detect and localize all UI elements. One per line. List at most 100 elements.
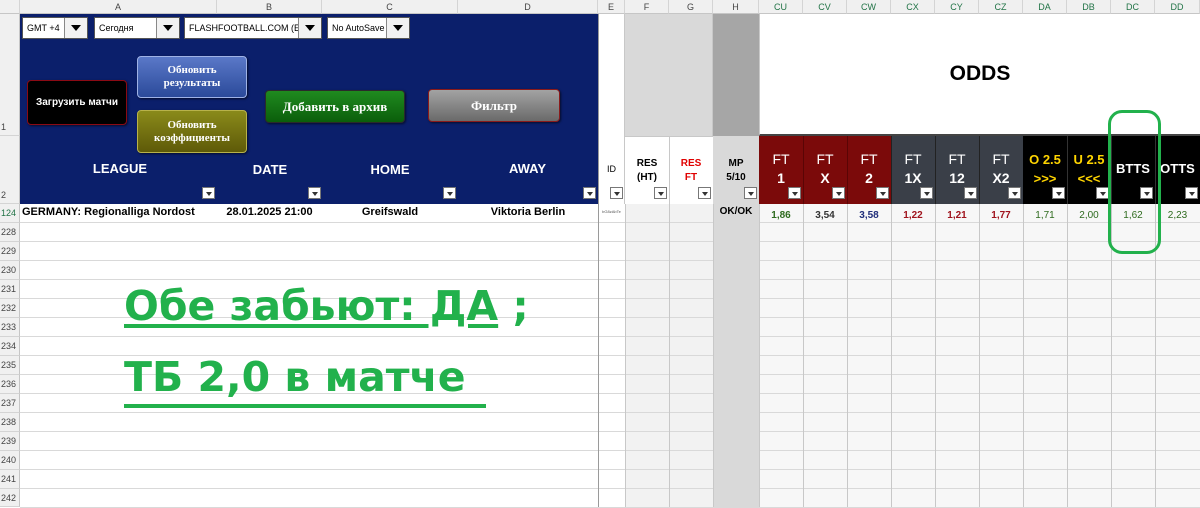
col-header-c[interactable]: C: [322, 0, 458, 14]
chevron-down-icon[interactable]: [156, 18, 179, 38]
cell-odd-o25[interactable]: 1,71: [1023, 207, 1067, 224]
filter-dropdown-icon[interactable]: [610, 187, 623, 199]
col-header-cu[interactable]: CU: [759, 0, 803, 14]
cell-odd-ft1x[interactable]: 1,22: [891, 207, 935, 224]
header-ft1: FT 1: [759, 150, 803, 188]
col-header-a[interactable]: A: [20, 0, 217, 14]
row-header-1[interactable]: 1: [0, 14, 20, 136]
cell-date[interactable]: 28.01.2025 21:00: [217, 206, 322, 218]
row-header-239[interactable]: 239: [0, 432, 20, 451]
col-header-d[interactable]: D: [458, 0, 598, 14]
col-header-cz[interactable]: CZ: [979, 0, 1023, 14]
col-header-h[interactable]: H: [713, 0, 759, 14]
row-header-233[interactable]: 233: [0, 318, 20, 337]
filter-dropdown-icon[interactable]: [443, 187, 456, 199]
cell-odd-ft2[interactable]: 3,58: [847, 207, 891, 224]
filter-dropdown-icon[interactable]: [202, 187, 215, 199]
filter-dropdown-icon[interactable]: [832, 187, 845, 199]
row-header-231[interactable]: 231: [0, 280, 20, 299]
header-mp: MP 5/10: [713, 157, 759, 185]
header-ft1x: FT 1X: [891, 150, 935, 188]
col-header-cx[interactable]: CX: [891, 0, 935, 14]
row-header-242[interactable]: 242: [0, 489, 20, 507]
cell-odd-ftx2[interactable]: 1,77: [979, 207, 1023, 224]
header-o25: O 2.5 >>>: [1023, 150, 1067, 188]
add-archive-button[interactable]: Добавить в архив: [265, 90, 405, 123]
header-ft12: FT 12: [935, 150, 979, 188]
date-select[interactable]: Сегодня: [94, 17, 180, 39]
row-header-237[interactable]: 237: [0, 394, 20, 413]
filter-button[interactable]: Фильтр: [428, 89, 560, 122]
chevron-down-icon[interactable]: [64, 18, 87, 38]
filter-dropdown-icon[interactable]: [1008, 187, 1021, 199]
cell-odd-otts[interactable]: 2,23: [1155, 207, 1200, 224]
cell-odd-u25[interactable]: 2,00: [1067, 207, 1111, 224]
col-header-cw[interactable]: CW: [847, 0, 891, 14]
row-header-230[interactable]: 230: [0, 261, 20, 280]
row-header-124[interactable]: 124: [0, 204, 20, 223]
row-header-2[interactable]: 2: [0, 136, 20, 204]
row-header-240[interactable]: 240: [0, 451, 20, 470]
header-res-ht-line2: (HT): [637, 172, 657, 183]
col-header-cy[interactable]: CY: [935, 0, 979, 14]
row-header-234[interactable]: 234: [0, 337, 20, 356]
cell-mp[interactable]: OK/OK: [713, 206, 759, 217]
row-header-228[interactable]: 228: [0, 223, 20, 242]
filter-dropdown-icon[interactable]: [583, 187, 596, 199]
col-header-dc[interactable]: DC: [1111, 0, 1155, 14]
row-header-241[interactable]: 241: [0, 470, 20, 489]
autosave-select[interactable]: No AutoSave: [327, 17, 410, 39]
load-matches-button[interactable]: Загрузить матчи: [27, 80, 127, 125]
header-u25-b: <<<: [1077, 171, 1101, 186]
filter-dropdown-icon[interactable]: [698, 187, 711, 199]
grid-line: [979, 204, 980, 507]
annotation-over: ТБ 2,0 в матче: [124, 353, 466, 401]
row-header-235[interactable]: 235: [0, 356, 20, 375]
chevron-down-icon[interactable]: [386, 18, 409, 38]
chevron-down-icon[interactable]: [298, 18, 321, 38]
filter-dropdown-icon[interactable]: [308, 187, 321, 199]
filter-dropdown-icon[interactable]: [920, 187, 933, 199]
timezone-select[interactable]: GMT +4: [22, 17, 88, 39]
cell-league[interactable]: GERMANY: Regionalliga Nordost: [22, 206, 217, 218]
header-res-ht: RES (HT): [625, 157, 669, 185]
row-header-236[interactable]: 236: [0, 375, 20, 394]
grid-line: [598, 14, 599, 507]
header-res-ft-line1: RES: [680, 158, 702, 169]
filter-dropdown-icon[interactable]: [788, 187, 801, 199]
filter-dropdown-icon[interactable]: [1185, 187, 1198, 199]
col-header-da[interactable]: DA: [1023, 0, 1067, 14]
annotation-btts-yes: Обе забьют: ДА: [124, 282, 499, 330]
header-ftx2-b: X2: [992, 170, 1010, 186]
cell-odd-ft12[interactable]: 1,21: [935, 207, 979, 224]
update-odds-button[interactable]: Обновить коэффициенты: [137, 110, 247, 153]
header-ftx2: FT X2: [979, 150, 1023, 188]
cell-id[interactable]: bG8zAbTe: [598, 209, 625, 214]
source-select[interactable]: FLASHFOOTBALL.COM (EN): [184, 17, 322, 39]
col-header-b[interactable]: B: [217, 0, 322, 14]
filter-dropdown-icon[interactable]: [964, 187, 977, 199]
col-header-e[interactable]: E: [598, 0, 625, 14]
row-header-232[interactable]: 232: [0, 299, 20, 318]
grid-line: [935, 204, 936, 507]
cell-odd-ftx[interactable]: 3,54: [803, 207, 847, 224]
col-header-cv[interactable]: CV: [803, 0, 847, 14]
col-header-f[interactable]: F: [625, 0, 669, 14]
filter-dropdown-icon[interactable]: [1052, 187, 1065, 199]
col-header-db[interactable]: DB: [1067, 0, 1111, 14]
cell-away[interactable]: Viktoria Berlin: [458, 206, 598, 218]
cell-odd-ft1[interactable]: 1,86: [759, 207, 803, 224]
filter-dropdown-icon[interactable]: [744, 187, 757, 199]
row-header-229[interactable]: 229: [0, 242, 20, 261]
grid-line: [759, 204, 760, 507]
update-results-button[interactable]: Обновить результаты: [137, 56, 247, 98]
cell-home[interactable]: Greifswald: [322, 206, 458, 218]
row-header-238[interactable]: 238: [0, 413, 20, 432]
header-res-ht-line1: RES: [636, 158, 658, 169]
filter-dropdown-icon[interactable]: [876, 187, 889, 199]
filter-dropdown-icon[interactable]: [654, 187, 667, 199]
col-header-g[interactable]: G: [669, 0, 713, 14]
grid-line: [1067, 204, 1068, 507]
col-header-dd[interactable]: DD: [1155, 0, 1200, 14]
select-all-corner[interactable]: [0, 0, 20, 14]
